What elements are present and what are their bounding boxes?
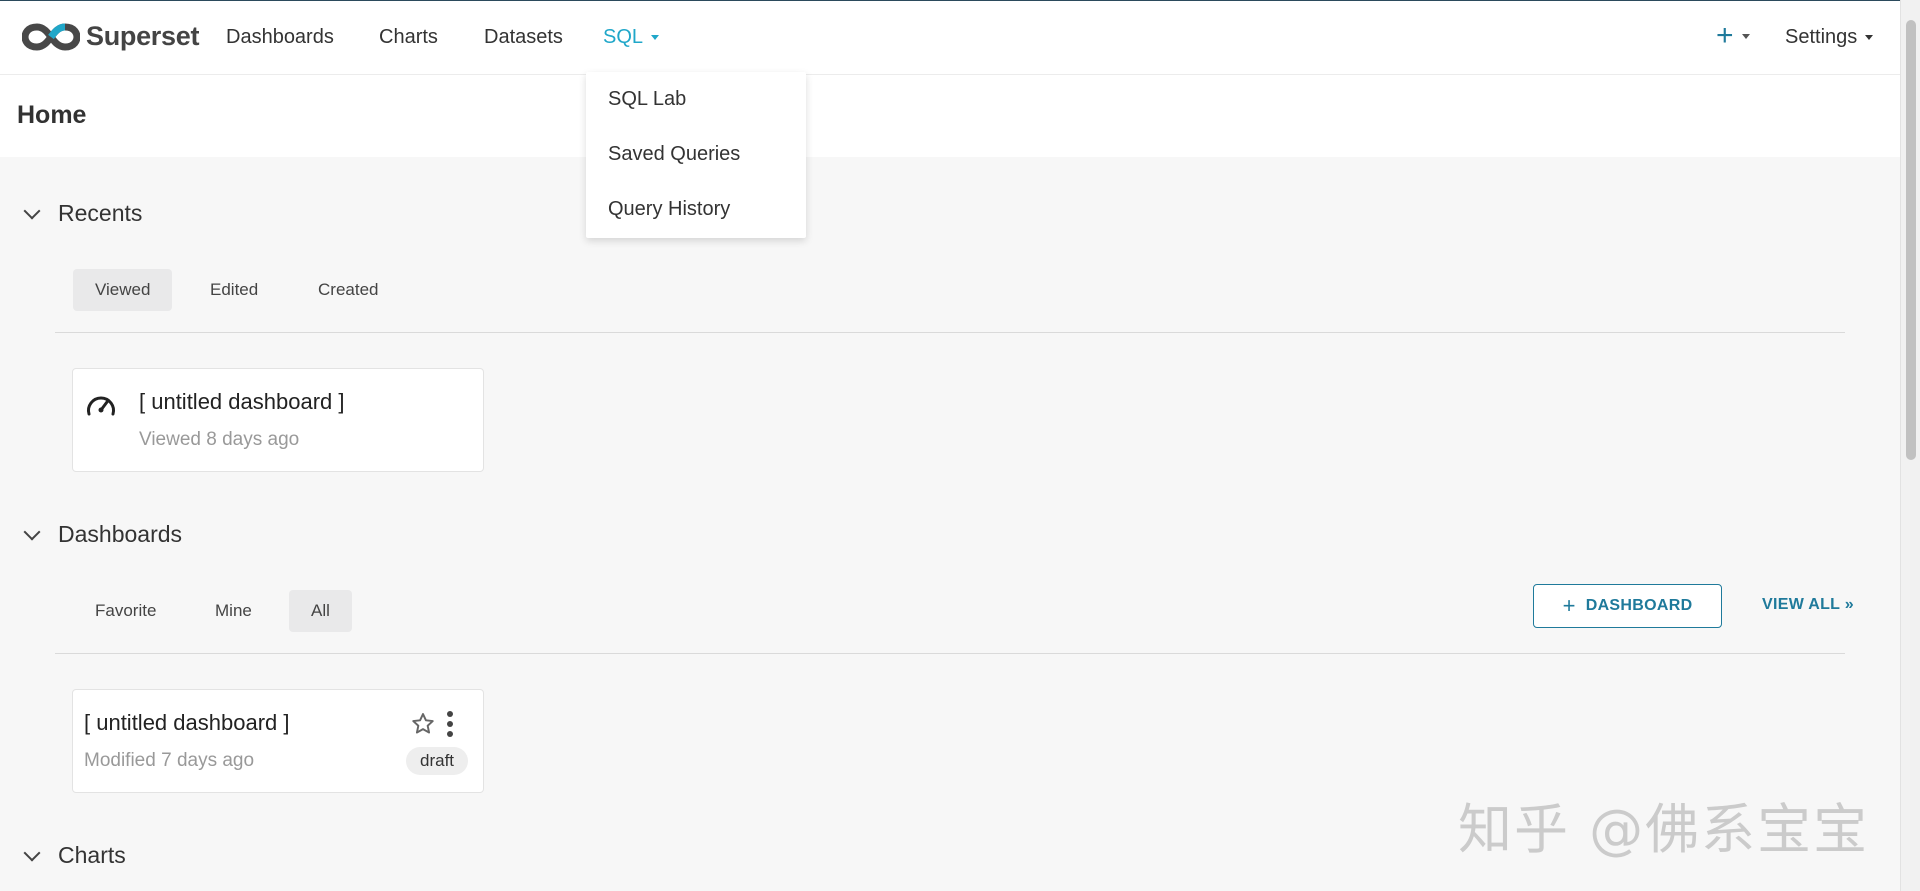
card-title: [ untitled dashboard ] [139, 389, 345, 414]
card-subtitle: Modified 7 days ago [84, 750, 255, 771]
chevron-down-icon [1865, 35, 1874, 40]
tab-mine[interactable]: Mine [193, 590, 274, 632]
plus-icon: + [1716, 19, 1734, 52]
chevron-down-icon [23, 844, 41, 861]
dashboards-section-toggle[interactable]: Dashboards [22, 521, 182, 548]
tab-edited[interactable]: Edited [188, 269, 280, 311]
sql-dropdown-menu: SQL Lab Saved Queries Query History [586, 72, 806, 238]
chevron-down-icon [651, 35, 660, 40]
nav-charts[interactable]: Charts [379, 26, 438, 49]
charts-section-toggle[interactable]: Charts [22, 842, 126, 869]
more-options-icon[interactable] [443, 710, 457, 740]
divider [55, 653, 1845, 654]
watermark: 知乎 @佛系宝宝 [1458, 798, 1870, 861]
nav-sql[interactable]: SQL [603, 26, 660, 49]
add-dashboard-button[interactable]: + DASHBOARD [1533, 584, 1722, 628]
card-title: [ untitled dashboard ] [84, 710, 290, 735]
recents-title: Recents [58, 200, 143, 226]
new-item-menu[interactable]: + [1716, 19, 1750, 53]
recent-dashboard-card[interactable]: [ untitled dashboard ] Viewed 8 days ago [72, 368, 484, 472]
status-badge: draft [406, 747, 469, 775]
dashboards-title: Dashboards [58, 521, 183, 547]
superset-logo[interactable]: Superset [22, 21, 199, 52]
brand-name: Superset [86, 21, 200, 51]
view-all-link[interactable]: VIEW ALL » [1762, 596, 1854, 614]
recents-section-toggle[interactable]: Recents [22, 200, 142, 227]
add-dashboard-label: DASHBOARD [1585, 597, 1693, 614]
settings-menu[interactable]: Settings [1785, 26, 1874, 49]
vertical-scrollbar[interactable] [1900, 0, 1920, 891]
card-subtitle: Viewed 8 days ago [139, 429, 300, 450]
scrollbar-thumb[interactable] [1906, 20, 1916, 460]
settings-label: Settings [1785, 26, 1858, 48]
divider [55, 332, 1845, 333]
plus-icon: + [1562, 593, 1576, 618]
menu-item-query-history[interactable]: Query History [608, 198, 730, 221]
menu-item-sql-lab[interactable]: SQL Lab [608, 88, 686, 111]
chevron-down-icon [23, 202, 41, 219]
page-header [0, 75, 1900, 157]
dashboard-card[interactable]: [ untitled dashboard ] Modified 7 days a… [72, 689, 484, 793]
page-title: Home [17, 101, 87, 129]
superset-logo-icon [22, 22, 80, 51]
tab-all[interactable]: All [289, 590, 352, 632]
menu-item-saved-queries[interactable]: Saved Queries [608, 143, 740, 166]
chevron-down-icon [23, 523, 41, 540]
charts-title: Charts [58, 842, 126, 868]
tab-created[interactable]: Created [296, 269, 400, 311]
tab-favorite[interactable]: Favorite [73, 590, 178, 632]
nav-dashboards[interactable]: Dashboards [226, 26, 334, 49]
top-navbar: Superset Dashboards Charts Datasets SQL … [0, 0, 1900, 75]
dashboard-gauge-icon [87, 396, 115, 416]
nav-sql-label: SQL [603, 26, 644, 48]
chevron-down-icon [1741, 33, 1750, 39]
star-icon[interactable] [410, 711, 436, 737]
nav-datasets[interactable]: Datasets [484, 26, 563, 49]
tab-viewed[interactable]: Viewed [73, 269, 173, 311]
